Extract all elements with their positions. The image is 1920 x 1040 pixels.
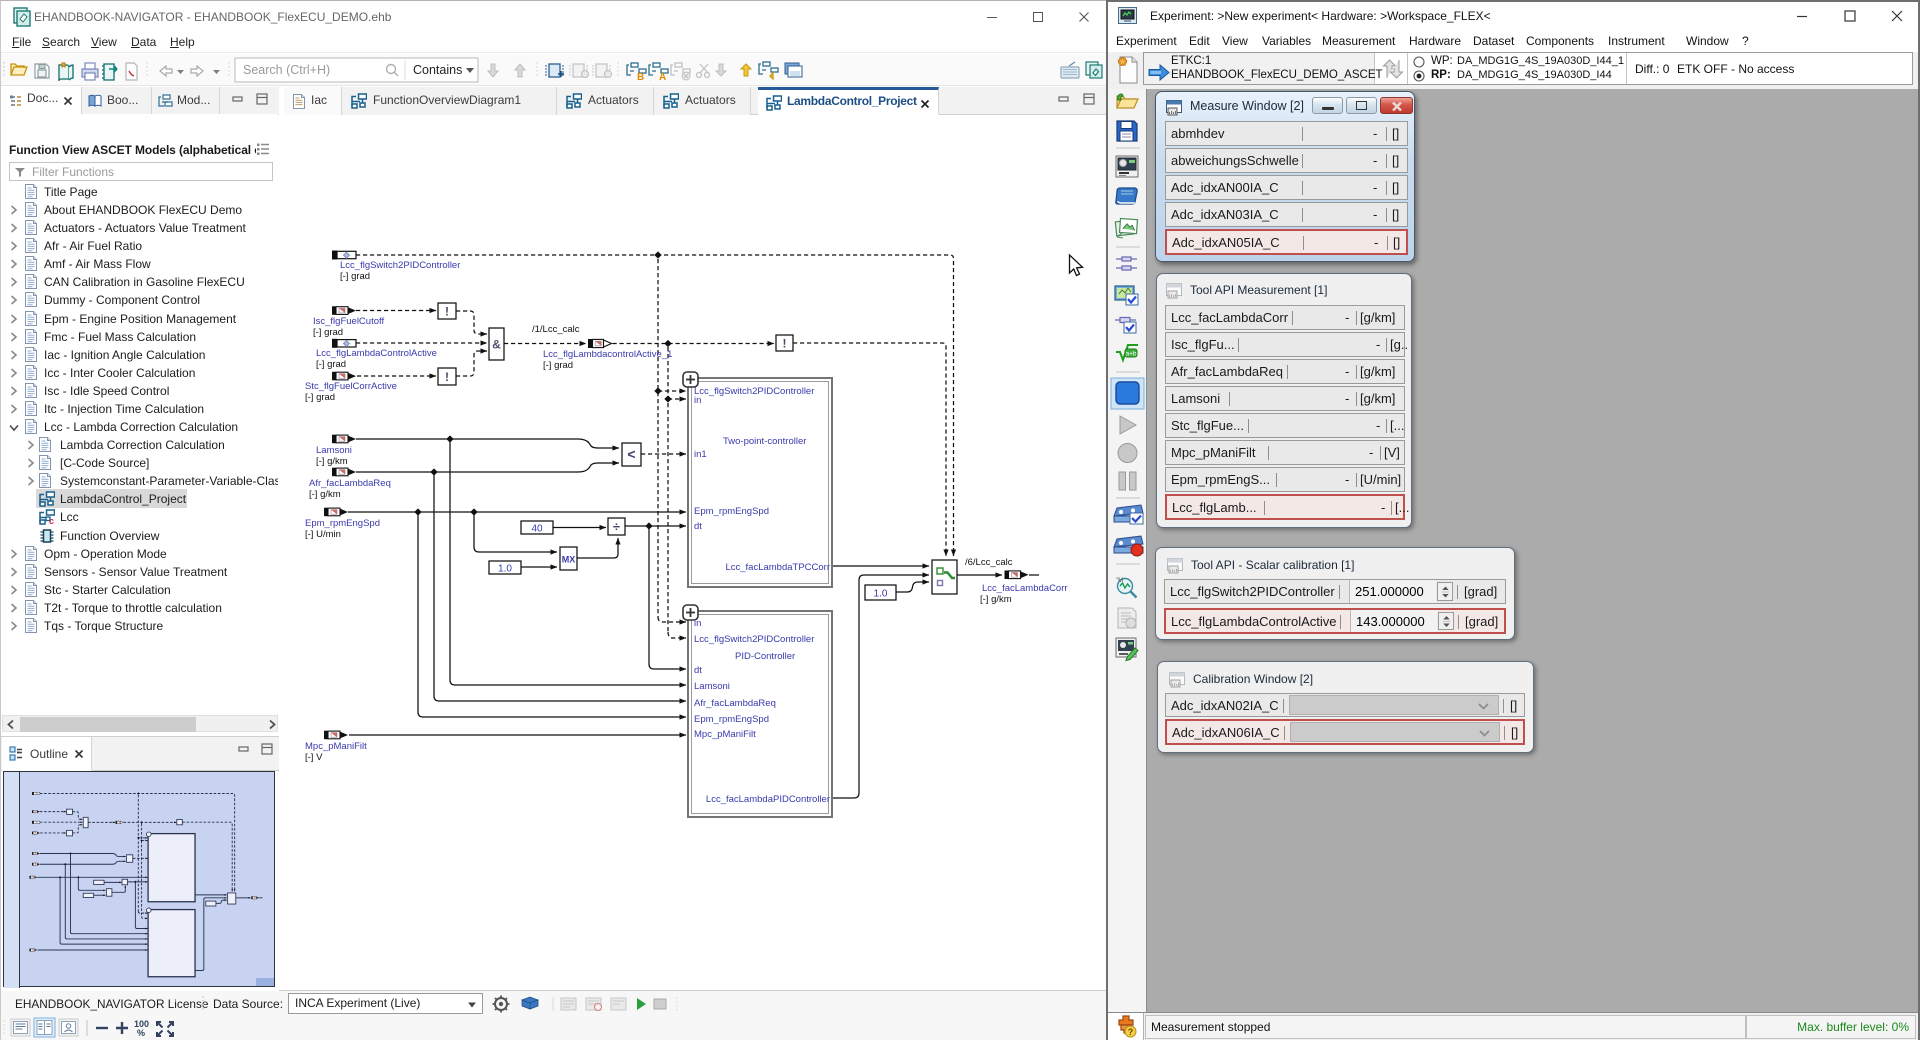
svg-text:?: ? bbox=[1128, 1027, 1134, 1037]
svg-text:Isc_flgFuelCutoff: Isc_flgFuelCutoff bbox=[313, 316, 384, 327]
svg-text:Afr_facLambdaReq: Afr_facLambdaReq bbox=[309, 478, 391, 489]
svg-text:Two-point-controller: Two-point-controller bbox=[723, 436, 806, 447]
svg-text:!: ! bbox=[445, 370, 449, 384]
svg-text:Lcc_facLambdaTPCCorr: Lcc_facLambdaTPCCorr bbox=[725, 562, 830, 573]
svg-text:B: B bbox=[637, 72, 644, 83]
svg-text:1.0: 1.0 bbox=[498, 564, 512, 575]
svg-text:[-] g/km: [-] g/km bbox=[309, 489, 341, 500]
svg-text:PID-Controller: PID-Controller bbox=[735, 651, 795, 662]
svg-text:÷: ÷ bbox=[613, 519, 620, 534]
svg-text:MX: MX bbox=[562, 555, 576, 565]
svg-text:Epm_rpmEngSpd: Epm_rpmEngSpd bbox=[694, 714, 769, 725]
svg-text:/6/Lcc_calc: /6/Lcc_calc bbox=[965, 557, 1013, 568]
svg-text:&: & bbox=[492, 338, 501, 352]
svg-text:in: in bbox=[694, 618, 701, 629]
svg-text:dt: dt bbox=[694, 665, 702, 676]
svg-text:[-] U/min: [-] U/min bbox=[305, 529, 341, 540]
svg-text:Contains: Contains bbox=[413, 63, 462, 77]
svg-text:"M: "M bbox=[1116, 578, 1123, 584]
svg-text:[-] V: [-] V bbox=[305, 752, 323, 763]
svg-text:Search (Ctrl+H): Search (Ctrl+H) bbox=[243, 63, 330, 77]
svg-text:a+b: a+b bbox=[1125, 351, 1136, 358]
svg-text:[-] grad: [-] grad bbox=[340, 271, 370, 282]
svg-text:Lcc_facLambdaPIDController: Lcc_facLambdaPIDController bbox=[706, 794, 830, 805]
svg-text:40: 40 bbox=[531, 524, 543, 535]
svg-text:!: ! bbox=[445, 305, 449, 319]
svg-text:[-] grad: [-] grad bbox=[316, 359, 346, 370]
svg-text:Epm_rpmEngSpd: Epm_rpmEngSpd bbox=[694, 506, 769, 517]
svg-text:[-] g/km: [-] g/km bbox=[316, 456, 348, 467]
svg-text:Afr_facLambdaReq: Afr_facLambdaReq bbox=[694, 698, 776, 709]
svg-text:Lamsoni: Lamsoni bbox=[694, 681, 730, 692]
svg-text:Lcc_flgLambdaControlActive: Lcc_flgLambdaControlActive bbox=[316, 348, 437, 359]
svg-text:A: A bbox=[659, 72, 666, 83]
svg-text:c: c bbox=[49, 516, 54, 525]
svg-text:[-] grad: [-] grad bbox=[543, 360, 573, 371]
svg-text:in1: in1 bbox=[694, 449, 707, 460]
svg-text:dt: dt bbox=[694, 521, 702, 532]
svg-text:1.0: 1.0 bbox=[874, 589, 888, 600]
svg-text:Epm_rpmEngSpd: Epm_rpmEngSpd bbox=[305, 518, 380, 529]
svg-text:!: ! bbox=[783, 337, 787, 351]
svg-text:[-] grad: [-] grad bbox=[313, 327, 343, 338]
svg-text:Lcc_flgSwitch2PIDController: Lcc_flgSwitch2PIDController bbox=[694, 386, 814, 397]
svg-text:Lamsoni: Lamsoni bbox=[316, 445, 352, 456]
svg-text:%: % bbox=[137, 1028, 145, 1038]
svg-text:Mpc_pManiFilt: Mpc_pManiFilt bbox=[305, 741, 367, 752]
svg-text:Mpc_pManiFilt: Mpc_pManiFilt bbox=[694, 729, 756, 740]
svg-text:Lcc_flgSwitch2PIDController: Lcc_flgSwitch2PIDController bbox=[340, 260, 460, 271]
svg-text:[-] g/km: [-] g/km bbox=[980, 594, 1012, 605]
svg-text:Lcc_flgLambdacontrolActive_1: Lcc_flgLambdacontrolActive_1 bbox=[543, 349, 672, 360]
svg-text:in: in bbox=[694, 395, 701, 406]
svg-text:Stc_flgFuelCorrActive: Stc_flgFuelCorrActive bbox=[305, 381, 397, 392]
svg-text:Lcc_facLambdaCorr: Lcc_facLambdaCorr bbox=[982, 583, 1068, 594]
svg-text:<: < bbox=[627, 446, 635, 462]
svg-text:Lcc_flgSwitch2PIDController: Lcc_flgSwitch2PIDController bbox=[694, 634, 814, 645]
svg-text:/1/Lcc_calc: /1/Lcc_calc bbox=[532, 324, 580, 335]
svg-text:[-] grad: [-] grad bbox=[305, 392, 335, 403]
